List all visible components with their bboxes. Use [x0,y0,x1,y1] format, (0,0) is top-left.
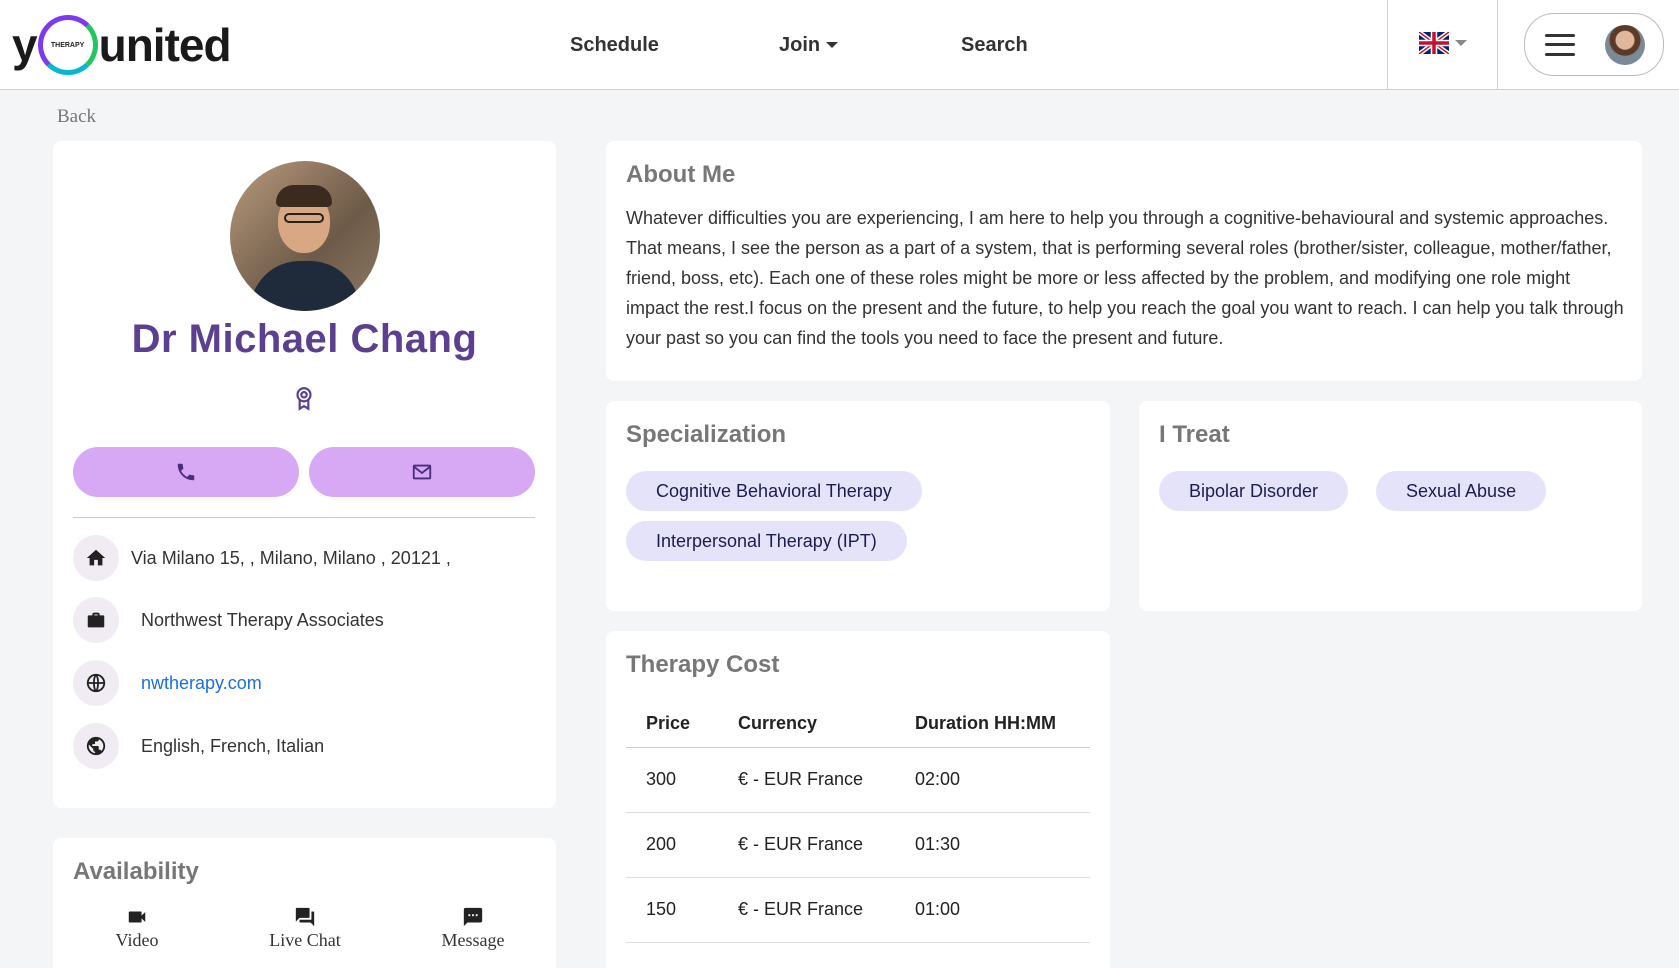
specialization-chip[interactable]: Cognitive Behavioral Therapy [626,471,922,511]
availability-card: Availability Video Live Chat Message [53,838,556,968]
table-row: 150 € - EUR France 01:00 [626,877,1090,943]
user-avatar [1605,25,1645,65]
nav-schedule[interactable]: Schedule [570,0,659,90]
availability-title: Availability [73,858,199,885]
home-icon [73,535,119,581]
address-row: Via Milano 15, , Milano, Milano , 20121 … [73,535,451,581]
briefcase-icon [73,597,119,643]
chevron-down-icon [1455,40,1467,46]
nav-schedule-label: Schedule [570,33,659,56]
availability-live-chat-label: Live Chat [269,930,341,950]
currency-cell: € - EUR France [718,877,895,943]
languages-text: English, French, Italian [141,735,325,756]
logo-ring: THERAPY [37,15,98,75]
table-header-row: Price Currency Duration HH:MM [626,701,1090,748]
globe-icon [73,660,119,706]
treat-card: I Treat Bipolar Disorder Sexual Abuse [1139,401,1642,611]
specialization-card: Specialization Cognitive Behavioral Ther… [606,401,1110,611]
about-text: Whatever difficulties you are experienci… [626,208,1624,348]
website-link[interactable]: nwtherapy.com [141,673,262,694]
table-row: 300 € - EUR France 02:00 [626,747,1090,813]
treat-chip[interactable]: Bipolar Disorder [1159,471,1349,511]
currency-cell: € - EUR France [718,747,895,813]
video-camera-icon [128,911,146,923]
logo-ring-text: THERAPY [50,41,85,49]
treat-title: I Treat [1159,421,1230,448]
availability-video: Video [82,906,192,951]
nav-join-dropdown[interactable]: Join [779,0,839,90]
price-cell: 200 [626,812,718,878]
availability-live-chat: Live Chat [250,906,360,951]
column-header-price: Price [626,701,718,748]
header-divider [1497,0,1498,90]
price-cell: 150 [626,877,718,943]
world-icon [73,723,119,769]
logo-suffix: united [98,19,232,71]
award-ribbon-icon [291,385,317,411]
hamburger-icon [1545,33,1575,56]
uk-flag-icon [1419,32,1449,54]
language-selector[interactable] [1419,32,1467,54]
treat-chip[interactable]: Sexual Abuse [1376,471,1547,511]
column-header-currency: Currency [718,701,895,748]
therapist-name: Dr Michael Chang [131,317,478,361]
mail-icon [412,464,432,480]
duration-cell: 02:00 [895,747,1090,813]
therapy-cost-table: Price Currency Duration HH:MM 300 € - EU… [626,701,1090,943]
currency-cell: € - EUR France [718,812,895,878]
user-menu-button[interactable] [1524,13,1664,76]
website-row: nwtherapy.com [73,660,262,706]
specialization-chip[interactable]: Interpersonal Therapy (IPT) [626,521,907,561]
nav-search[interactable]: Search [961,0,1028,90]
nav-join-label: Join [779,33,821,56]
chat-bubbles-icon [295,907,315,927]
availability-message: Message [418,906,528,951]
message-icon [463,907,483,927]
duration-cell: 01:00 [895,877,1090,943]
company-text: Northwest Therapy Associates [141,609,384,630]
specialization-title: Specialization [626,421,787,448]
about-title: About Me [626,161,736,188]
profile-photo [230,161,380,311]
profile-divider [73,517,535,518]
availability-video-label: Video [115,930,159,950]
call-button[interactable] [73,447,299,497]
about-card: About Me Whatever difficulties you are e… [606,141,1642,381]
header-divider [1387,0,1388,90]
address-text: Via Milano 15, , Milano, Milano , 20121 … [131,547,451,568]
therapy-cost-card: Therapy Cost Price Currency Duration HH:… [606,631,1110,968]
email-button[interactable] [309,447,535,497]
languages-row: English, French, Italian [73,723,325,769]
price-cell: 300 [626,747,718,813]
company-row: Northwest Therapy Associates [73,597,384,643]
duration-cell: 01:30 [895,812,1090,878]
phone-icon [177,463,195,481]
brand-logo[interactable]: y THERAPY united [12,12,232,78]
top-navbar: y THERAPY united Schedule Join Search [0,0,1679,90]
chevron-down-icon [826,42,839,48]
logo-prefix: y [12,19,38,71]
therapy-cost-title: Therapy Cost [626,651,780,678]
availability-message-label: Message [441,930,505,950]
nav-search-label: Search [961,33,1028,56]
column-header-duration: Duration HH:MM [895,701,1090,748]
back-link[interactable]: Back [57,106,96,128]
table-row: 200 € - EUR France 01:30 [626,812,1090,878]
profile-card: Dr Michael Chang Via Milano 15, , Milano… [53,141,556,808]
